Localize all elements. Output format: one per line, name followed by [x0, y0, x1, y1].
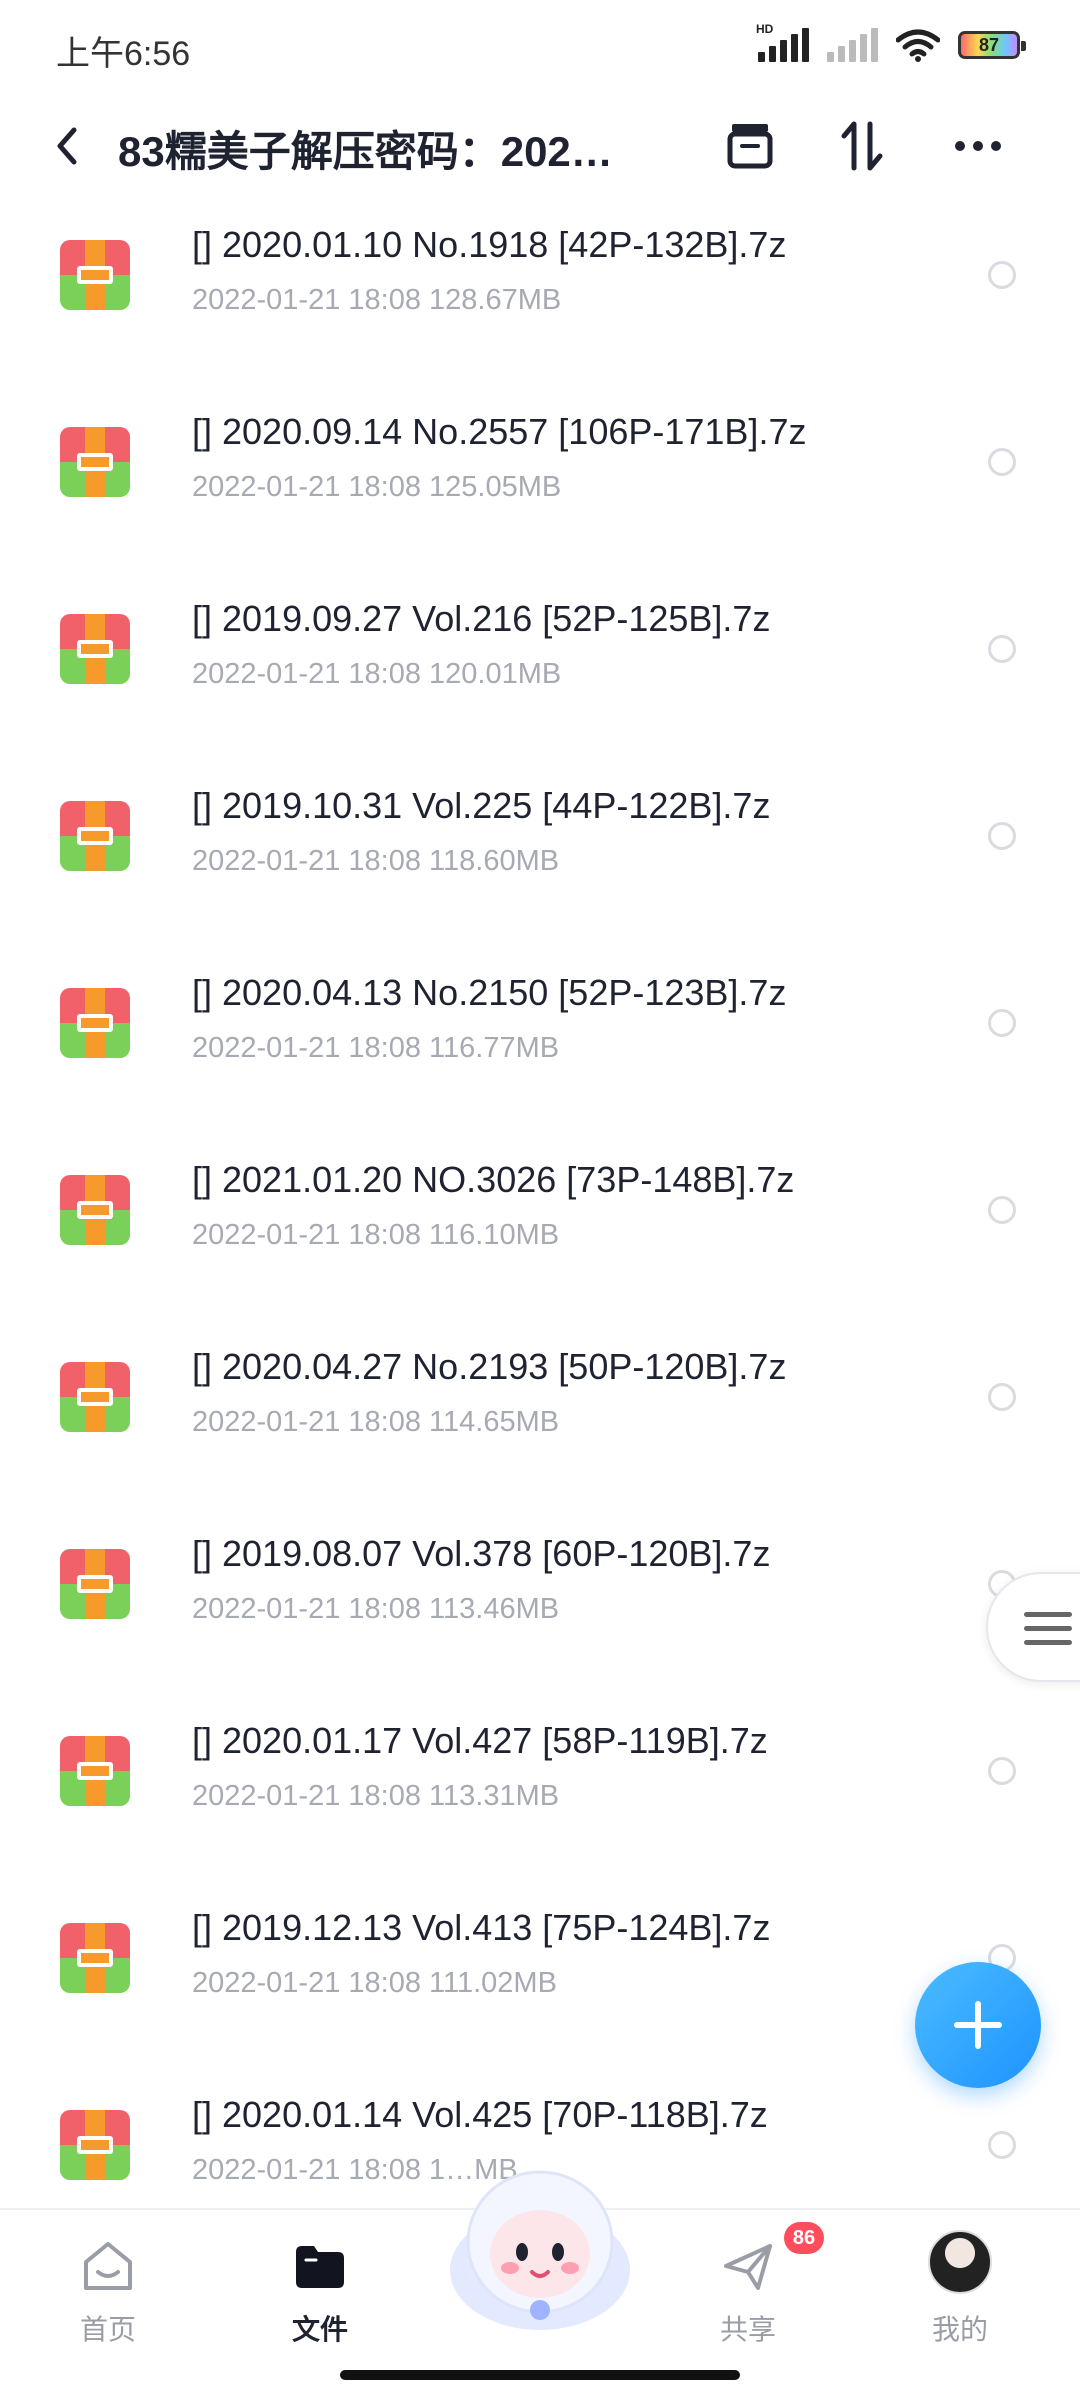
file-row[interactable]: [] 2021.01.20 NO.3026 [73P-148B].7z 2022… [0, 1131, 1080, 1318]
file-row[interactable]: [] 2020.04.13 No.2150 [52P-123B].7z 2022… [0, 944, 1080, 1131]
file-row[interactable]: [] 2020.09.14 No.2557 [106P-171B].7z 202… [0, 383, 1080, 570]
nav-home-label: 首页 [79, 2314, 136, 2345]
wifi-icon [896, 29, 940, 62]
paper-plane-icon [724, 2244, 772, 2290]
battery-level: 87 [978, 34, 1000, 55]
zip-archive-icon [60, 240, 130, 310]
back-button[interactable] [46, 118, 86, 174]
file-name: [] 2020.01.10 No.1918 [42P-132B].7z [192, 224, 787, 265]
file-meta: 2022-01-21 18:08 114.65MB [192, 1406, 560, 1438]
mascot-button[interactable] [440, 2150, 640, 2340]
file-meta: 2022-01-21 18:08 111.02MB [192, 1967, 557, 1999]
file-meta: 2022-01-21 18:08 128.67MB [192, 284, 562, 316]
file-name: [] 2019.09.27 Vol.216 [52P-125B].7z [192, 598, 771, 639]
nav-share[interactable]: 86 共享 [668, 2220, 828, 2350]
zip-archive-icon [60, 427, 130, 497]
select-radio[interactable] [988, 1757, 1016, 1785]
file-row[interactable]: [] 2019.10.31 Vol.225 [44P-122B].7z 2022… [0, 757, 1080, 944]
menu-line [1024, 1640, 1072, 1645]
file-name: [] 2019.10.31 Vol.225 [44P-122B].7z [192, 785, 771, 826]
file-meta: 2022-01-21 18:08 125.05MB [192, 471, 562, 503]
nav-home[interactable]: 首页 [28, 2220, 188, 2350]
file-row[interactable]: [] 2019.08.07 Vol.378 [60P-120B].7z 2022… [0, 1505, 1080, 1692]
nav-files[interactable]: 文件 [240, 2220, 400, 2350]
share-badge: 86 [784, 2222, 824, 2254]
cell-signal-icon: HD [756, 22, 809, 62]
file-name: [] 2020.09.14 No.2557 [106P-171B].7z [192, 411, 807, 452]
nav-files-label: 文件 [291, 2314, 348, 2345]
file-name: [] 2019.12.13 Vol.413 [75P-124B].7z [192, 1907, 771, 1948]
zip-archive-icon [60, 614, 130, 684]
file-name: [] 2020.04.27 No.2193 [50P-120B].7z [192, 1346, 787, 1387]
file-name: [] 2020.04.13 No.2150 [52P-123B].7z [192, 972, 787, 1013]
select-radio[interactable] [988, 635, 1016, 663]
file-name: [] 2020.01.17 Vol.427 [58P-119B].7z [192, 1720, 768, 1761]
file-row[interactable]: [] 2020.04.27 No.2193 [50P-120B].7z 2022… [0, 1318, 1080, 1505]
status-bar: 上午6:56 HD 87 [0, 0, 1080, 96]
zip-archive-icon [60, 988, 130, 1058]
file-meta: 2022-01-21 18:08 113.46MB [192, 1593, 560, 1625]
status-time: 上午6:56 [56, 35, 191, 73]
file-name: [] 2019.08.07 Vol.378 [60P-120B].7z [192, 1533, 771, 1574]
select-radio[interactable] [988, 1196, 1016, 1224]
sort-icon[interactable] [830, 114, 894, 178]
menu-line [1024, 1626, 1072, 1631]
select-radio[interactable] [988, 2131, 1016, 2159]
nav-mine-label: 我的 [931, 2314, 988, 2345]
zip-archive-icon [60, 1923, 130, 1993]
file-meta: 2022-01-21 18:08 118.60MB [192, 845, 560, 877]
add-button[interactable] [915, 1962, 1041, 2088]
file-meta: 2022-01-21 18:08 120.01MB [192, 658, 562, 690]
top-app-bar: 83糯美子解压密码：202… [0, 96, 1080, 196]
file-name: [] 2021.01.20 NO.3026 [73P-148B].7z [192, 1159, 795, 1200]
zip-archive-icon [60, 1736, 130, 1806]
zip-archive-icon [60, 1362, 130, 1432]
file-row[interactable]: [] 2019.09.27 Vol.216 [52P-125B].7z 2022… [0, 570, 1080, 757]
select-radio[interactable] [988, 448, 1016, 476]
select-radio[interactable] [988, 822, 1016, 850]
page-title: 83糯美子解压密码：202… [118, 128, 613, 175]
file-row[interactable]: [] 2020.01.17 Vol.427 [58P-119B].7z 2022… [0, 1692, 1080, 1879]
select-radio[interactable] [988, 1009, 1016, 1037]
menu-line [1024, 1612, 1072, 1617]
file-row[interactable]: [] 2020.01.10 No.1918 [42P-132B].7z 2022… [0, 196, 1080, 383]
home-icon [84, 2242, 132, 2290]
zip-archive-icon [60, 801, 130, 871]
battery-icon: 87 [958, 31, 1026, 59]
select-radio[interactable] [988, 1383, 1016, 1411]
nav-mine[interactable]: 我的 [880, 2220, 1040, 2350]
cell-signal-2-icon [827, 28, 878, 62]
network-type-label: HD [756, 22, 774, 36]
more-icon[interactable] [946, 114, 1010, 178]
avatar [928, 2230, 992, 2294]
folder-icon [296, 2246, 344, 2288]
file-meta: 2022-01-21 18:08 116.10MB [192, 1219, 560, 1251]
nav-share-label: 共享 [719, 2314, 776, 2345]
select-radio[interactable] [988, 261, 1016, 289]
status-icons: HD 87 [756, 22, 1026, 62]
archive-box-icon[interactable] [718, 114, 782, 178]
home-indicator[interactable] [340, 2370, 740, 2380]
zip-archive-icon [60, 1175, 130, 1245]
zip-archive-icon [60, 2110, 130, 2180]
zip-archive-icon [60, 1549, 130, 1619]
file-meta: 2022-01-21 18:08 116.77MB [192, 1032, 560, 1064]
file-meta: 2022-01-21 18:08 113.31MB [192, 1780, 560, 1812]
file-name: [] 2020.01.14 Vol.425 [70P-118B].7z [192, 2094, 768, 2135]
file-list: [] 2020.01.10 No.1918 [42P-132B].7z 2022… [0, 196, 1080, 2186]
